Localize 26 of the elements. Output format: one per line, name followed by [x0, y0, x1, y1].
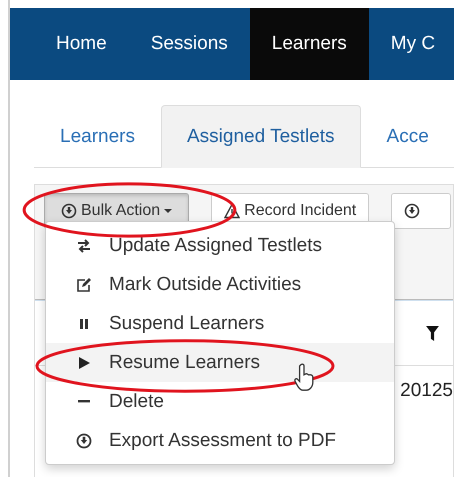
caret-icon — [164, 208, 172, 214]
menu-item[interactable]: Suspend Learners — [46, 304, 394, 343]
nav-link[interactable]: Learners — [250, 8, 369, 80]
nav-link[interactable]: Sessions — [128, 8, 250, 80]
table-cell: 20125 — [400, 380, 453, 402]
menu-item[interactable]: Mark Outside Activities — [46, 265, 394, 304]
menu-item[interactable]: Resume Learners — [46, 343, 394, 382]
download-icon — [61, 203, 77, 219]
minus-icon — [78, 400, 90, 403]
menu-item[interactable]: Delete — [46, 382, 394, 421]
download-icon — [76, 432, 92, 448]
menu-item[interactable]: Update Assigned Testlets — [46, 226, 394, 265]
filter-icon[interactable] — [426, 326, 439, 340]
edit-icon — [76, 276, 92, 292]
warning-icon — [224, 203, 240, 219]
download-icon — [404, 203, 420, 219]
nav-link[interactable]: Home — [34, 8, 129, 80]
nav-link[interactable]: My C — [368, 8, 454, 80]
download-button[interactable] — [391, 193, 452, 229]
tab[interactable]: Learners — [34, 105, 161, 168]
menu-item[interactable]: Export Assessment to PDF — [46, 421, 394, 460]
play-icon — [76, 354, 92, 370]
tab[interactable]: Acce — [360, 105, 454, 168]
tab[interactable]: Assigned Testlets — [161, 105, 361, 168]
hand-cursor-icon — [293, 362, 315, 392]
swap-icon — [76, 238, 92, 254]
